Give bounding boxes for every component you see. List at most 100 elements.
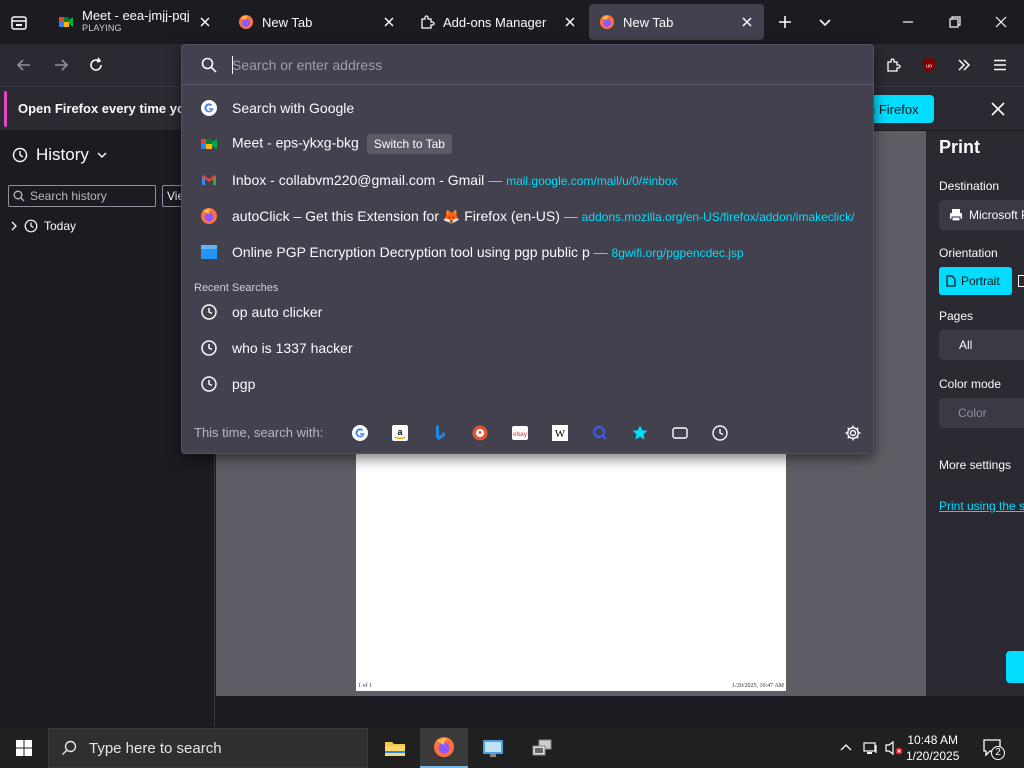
close-tab-button[interactable]: [196, 13, 214, 31]
tab-playing-label: PLAYING: [82, 23, 122, 33]
destination-value: Microsoft P: [969, 208, 1024, 222]
pages-select[interactable]: All: [939, 330, 1024, 360]
sidebar-header-button[interactable]: History: [12, 145, 107, 165]
engine-ebay-button[interactable]: ebay: [510, 423, 530, 443]
close-icon: [200, 17, 210, 27]
firefox-view-icon: [11, 16, 27, 30]
close-tab-button[interactable]: [380, 13, 398, 31]
portrait-radio[interactable]: Portrait: [939, 267, 1012, 295]
puzzle-icon: [421, 15, 435, 29]
search-settings-button[interactable]: [843, 423, 863, 443]
close-tab-button[interactable]: [738, 13, 756, 31]
recent-search-item[interactable]: pgp: [182, 366, 873, 402]
history-search-input[interactable]: Search history: [8, 185, 156, 207]
network-app-button[interactable]: [518, 728, 566, 768]
result-autoclick[interactable]: autoClick – Get this Extension for 🦊 Fir…: [182, 198, 873, 234]
svg-text:W: W: [555, 428, 566, 440]
back-button[interactable]: [14, 55, 34, 75]
result-separator: —: [593, 244, 608, 260]
search-icon: [13, 190, 25, 202]
engine-amazon-button[interactable]: a: [390, 423, 410, 443]
forward-button[interactable]: [51, 55, 71, 75]
result-text: autoClick – Get this Extension for 🦊 Fir…: [232, 208, 857, 225]
result-title-row: Meet - eps-ykxg-bkg Switch to Tab: [232, 134, 452, 154]
notification-center-button[interactable]: 2: [981, 738, 1005, 760]
bookmarks-button[interactable]: [630, 423, 650, 443]
page-footer-left: 1 of 1: [358, 683, 372, 689]
arrow-right-icon: [55, 59, 69, 71]
history-button[interactable]: [710, 423, 730, 443]
recent-search-item[interactable]: op auto clicker: [182, 294, 873, 330]
history-group-today[interactable]: Today: [10, 219, 76, 233]
bing-icon: [436, 425, 445, 440]
new-tab-button[interactable]: [774, 11, 796, 33]
close-notification-button[interactable]: [988, 99, 1008, 119]
destination-select[interactable]: Microsoft P: [939, 200, 1024, 230]
firefox-view-button[interactable]: [8, 12, 30, 34]
landscape-radio[interactable]: [1018, 275, 1024, 287]
start-button[interactable]: [0, 728, 48, 768]
control-panel-button[interactable]: [469, 728, 517, 768]
engine-duckduckgo-button[interactable]: [470, 423, 490, 443]
ublock-origin-button[interactable]: uo: [918, 54, 940, 76]
color-mode-select[interactable]: Color: [939, 398, 1024, 428]
one-off-label: This time, search with:: [194, 425, 324, 440]
notification-count: 2: [991, 746, 1005, 760]
result-separator: —: [488, 172, 503, 188]
hamburger-icon: [994, 59, 1006, 71]
result-text: Online PGP Encryption Decryption tool us…: [232, 244, 744, 260]
system-dialog-link[interactable]: Print using the s: [939, 499, 1024, 513]
extensions-button[interactable]: [882, 54, 904, 76]
tab-meet[interactable]: Meet - eea-jmjj-pqj PLAYING: [44, 4, 222, 40]
overflow-menu-button[interactable]: [953, 54, 975, 76]
pages-label: Pages: [939, 309, 974, 323]
reload-button[interactable]: [86, 55, 106, 75]
close-tab-button[interactable]: [561, 13, 579, 31]
engine-search-button[interactable]: [590, 423, 610, 443]
google-meet-icon: [201, 139, 217, 149]
ublock-icon: uo: [923, 58, 935, 72]
result-gmail[interactable]: Inbox - collabvm220@gmail.com - Gmail — …: [182, 162, 873, 198]
tab-addons-manager[interactable]: Add-ons Manager: [409, 4, 587, 40]
result-pgp-tool[interactable]: Online PGP Encryption Decryption tool us…: [182, 234, 873, 270]
tab-title: New Tab: [262, 14, 313, 30]
show-hidden-icons-button[interactable]: [838, 740, 854, 756]
taskbar-clock[interactable]: 10:48 AM 1/20/2025: [906, 732, 959, 764]
network-tray-button[interactable]: [862, 739, 880, 757]
tab-new-tab[interactable]: New Tab: [228, 4, 406, 40]
google-meet-icon: [59, 17, 73, 27]
app-menu-button[interactable]: [989, 54, 1011, 76]
minimize-button[interactable]: [896, 11, 920, 33]
result-switch-tab[interactable]: Meet - eps-ykxg-bkg Switch to Tab: [182, 126, 873, 162]
engine-wikipedia-button[interactable]: W: [550, 423, 570, 443]
wikipedia-icon: W: [552, 425, 568, 441]
tabs-button[interactable]: [670, 423, 690, 443]
taskbar-search-box[interactable]: Type here to search: [48, 728, 368, 768]
pages-value: All: [959, 338, 973, 352]
page-footer-right: 1/20/2025, 10:47 AM: [732, 683, 784, 689]
result-title: autoClick – Get this Extension for 🦊 Fir…: [232, 207, 560, 224]
engine-google-button[interactable]: [350, 423, 370, 443]
volume-tray-button[interactable]: [884, 739, 904, 757]
engine-bing-button[interactable]: [430, 423, 450, 443]
windows-logo-icon: [16, 740, 32, 756]
print-button[interactable]: [1006, 651, 1024, 683]
close-window-button[interactable]: [989, 11, 1013, 33]
history-search-placeholder: Search history: [30, 189, 107, 203]
restore-button[interactable]: [943, 11, 967, 33]
file-explorer-button[interactable]: [371, 728, 419, 768]
destination-label: Destination: [939, 179, 1000, 193]
one-off-search-bar: This time, search with: a ebay W: [182, 415, 873, 453]
restore-icon: [949, 16, 961, 28]
urlbar-input[interactable]: Search or enter address: [182, 45, 873, 85]
firefox-icon: [600, 15, 614, 29]
clock-icon: [201, 304, 217, 320]
tab-new-tab-active[interactable]: New Tab: [589, 4, 764, 40]
chevron-right-icon: [11, 221, 17, 231]
result-search-google[interactable]: Search with Google: [182, 90, 873, 126]
close-icon: [384, 17, 394, 27]
recent-search-item[interactable]: who is 1337 hacker: [182, 330, 873, 366]
firefox-taskbar-button[interactable]: [420, 728, 468, 768]
list-all-tabs-button[interactable]: [814, 11, 836, 33]
more-settings-toggle[interactable]: More settings: [939, 458, 1011, 472]
